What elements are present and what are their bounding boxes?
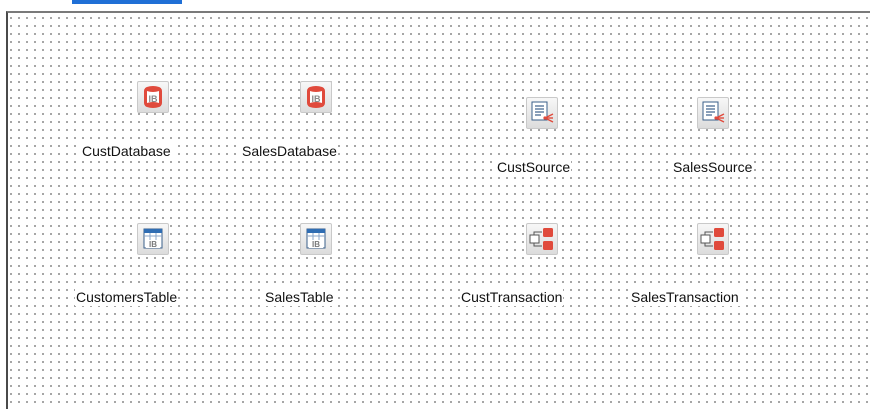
data-source-icon <box>702 101 725 123</box>
svg-text:IB: IB <box>312 240 320 249</box>
component-label: SalesSource <box>672 159 754 176</box>
component-label: CustomersTable <box>75 289 179 306</box>
active-tab-indicator[interactable] <box>72 0 182 4</box>
component-icon-tile[interactable] <box>526 223 558 255</box>
component-icon-tile[interactable]: IB <box>300 81 332 113</box>
ib-transaction-icon <box>700 228 724 250</box>
component-label: CustTransaction <box>460 289 564 306</box>
component-icon-tile[interactable] <box>697 223 729 255</box>
form-designer-canvas[interactable]: IB CustDatabase IB SalesDatabase CustSou… <box>6 11 870 409</box>
component-icon-tile[interactable]: IB <box>137 223 169 255</box>
ib-database-icon: IB <box>307 86 325 108</box>
component-icon-tile[interactable] <box>526 97 558 129</box>
ib-table-icon: IB <box>306 228 326 249</box>
svg-text:IB: IB <box>149 94 159 104</box>
svg-text:IB: IB <box>149 240 157 249</box>
component-label: SalesTable <box>264 289 335 306</box>
ib-database-icon: IB <box>144 86 162 108</box>
svg-text:IB: IB <box>312 94 322 104</box>
component-label: CustSource <box>496 159 572 176</box>
component-icon-tile[interactable]: IB <box>137 81 169 113</box>
component-icon-tile[interactable] <box>697 97 729 129</box>
data-source-icon <box>531 101 554 123</box>
component-icon-tile[interactable]: IB <box>300 223 332 255</box>
component-label: SalesDatabase <box>241 143 338 160</box>
component-label: CustDatabase <box>81 143 172 160</box>
ib-table-icon: IB <box>143 228 163 249</box>
component-label: SalesTransaction <box>630 289 740 306</box>
ib-transaction-icon <box>529 228 553 250</box>
